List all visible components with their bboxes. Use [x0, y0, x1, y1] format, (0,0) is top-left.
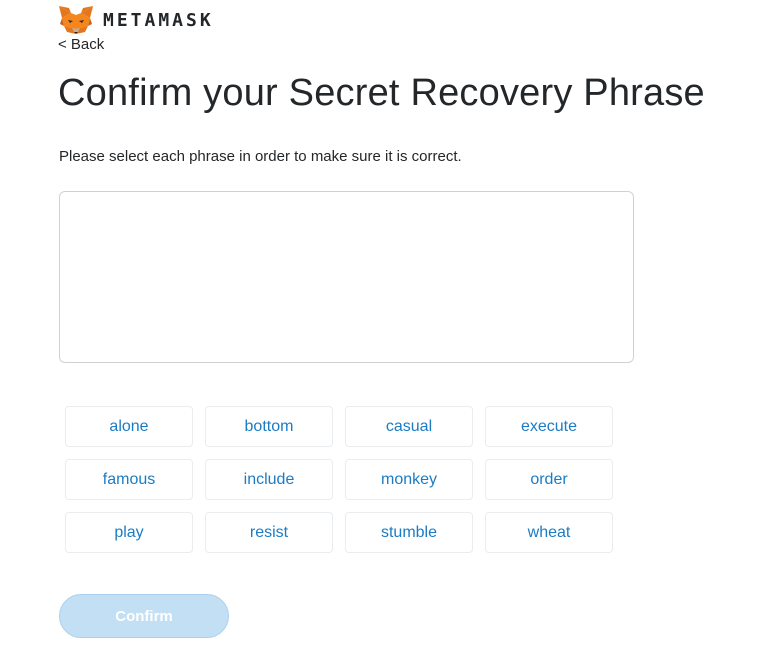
word-button[interactable]: stumble — [345, 512, 473, 553]
word-button[interactable]: casual — [345, 406, 473, 447]
word-choice-grid: alone bottom casual execute famous inclu… — [65, 406, 613, 553]
confirm-recovery-phrase-page: METAMASK < Back Confirm your Secret Reco… — [0, 0, 764, 672]
word-button[interactable]: bottom — [205, 406, 333, 447]
word-button[interactable]: monkey — [345, 459, 473, 500]
word-button[interactable]: order — [485, 459, 613, 500]
word-button[interactable]: famous — [65, 459, 193, 500]
selected-phrase-area[interactable] — [59, 191, 634, 363]
word-button[interactable]: alone — [65, 406, 193, 447]
word-button[interactable]: include — [205, 459, 333, 500]
instructions-text: Please select each phrase in order to ma… — [59, 148, 462, 165]
word-button[interactable]: execute — [485, 406, 613, 447]
word-button[interactable]: resist — [205, 512, 333, 553]
page-title: Confirm your Secret Recovery Phrase — [58, 72, 705, 114]
word-button[interactable]: play — [65, 512, 193, 553]
word-button[interactable]: wheat — [485, 512, 613, 553]
brand-wordmark: METAMASK — [103, 9, 214, 31]
header: METAMASK — [58, 4, 214, 36]
back-link[interactable]: < Back — [58, 36, 104, 53]
confirm-button[interactable]: Confirm — [59, 594, 229, 638]
metamask-fox-icon — [59, 6, 93, 34]
